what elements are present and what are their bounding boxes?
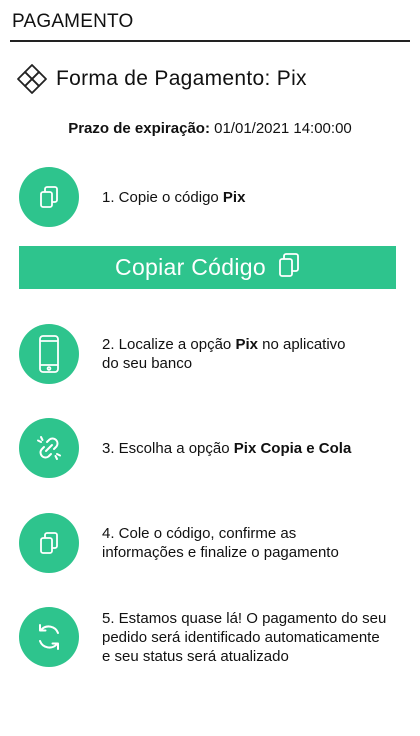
copy-code-button[interactable]: Copiar Código (19, 246, 396, 289)
expiration-value: 01/01/2021 14:00:00 (214, 120, 352, 137)
page-title: PAGAMENTO (12, 11, 134, 32)
pix-icon (16, 63, 48, 95)
step-find-pix: 2. Localize a opção Pix no aplicativo do… (19, 324, 409, 384)
copy-icon (19, 513, 79, 573)
copy-icon (19, 167, 79, 227)
header: PAGAMENTO (10, 8, 410, 42)
step-text: 5. Estamos quase lá! O pagamento do seu … (102, 609, 387, 665)
expiration-info: Prazo de expiração: 01/01/2021 14:00:00 (0, 120, 420, 137)
payment-method-title: Forma de Pagamento: Pix (56, 67, 307, 90)
copy-code-button-label: Copiar Código (115, 254, 266, 280)
step-paste-code: 4. Cole o código, confirme as informaçõe… (19, 513, 409, 573)
step-choose-pix-copia-cola: 3. Escolha a opção Pix Copia e Cola (19, 418, 409, 478)
step-text: 1. Copie o código Pix (102, 188, 246, 206)
payment-method: Forma de Pagamento: Pix (16, 62, 307, 96)
step-text: 4. Cole o código, confirme as informaçõe… (102, 525, 339, 561)
refresh-icon (19, 607, 79, 667)
step-copy-code: 1. Copie o código Pix (19, 167, 409, 227)
step-text: 3. Escolha a opção Pix Copia e Cola (102, 439, 352, 457)
step-payment-identified: 5. Estamos quase lá! O pagamento do seu … (19, 607, 409, 667)
phone-icon (19, 324, 79, 384)
copy-icon (278, 252, 300, 283)
broken-link-icon (19, 418, 79, 478)
step-text: 2. Localize a opção Pix no aplicativo do… (102, 336, 346, 372)
expiration-label: Prazo de expiração: (68, 120, 210, 137)
